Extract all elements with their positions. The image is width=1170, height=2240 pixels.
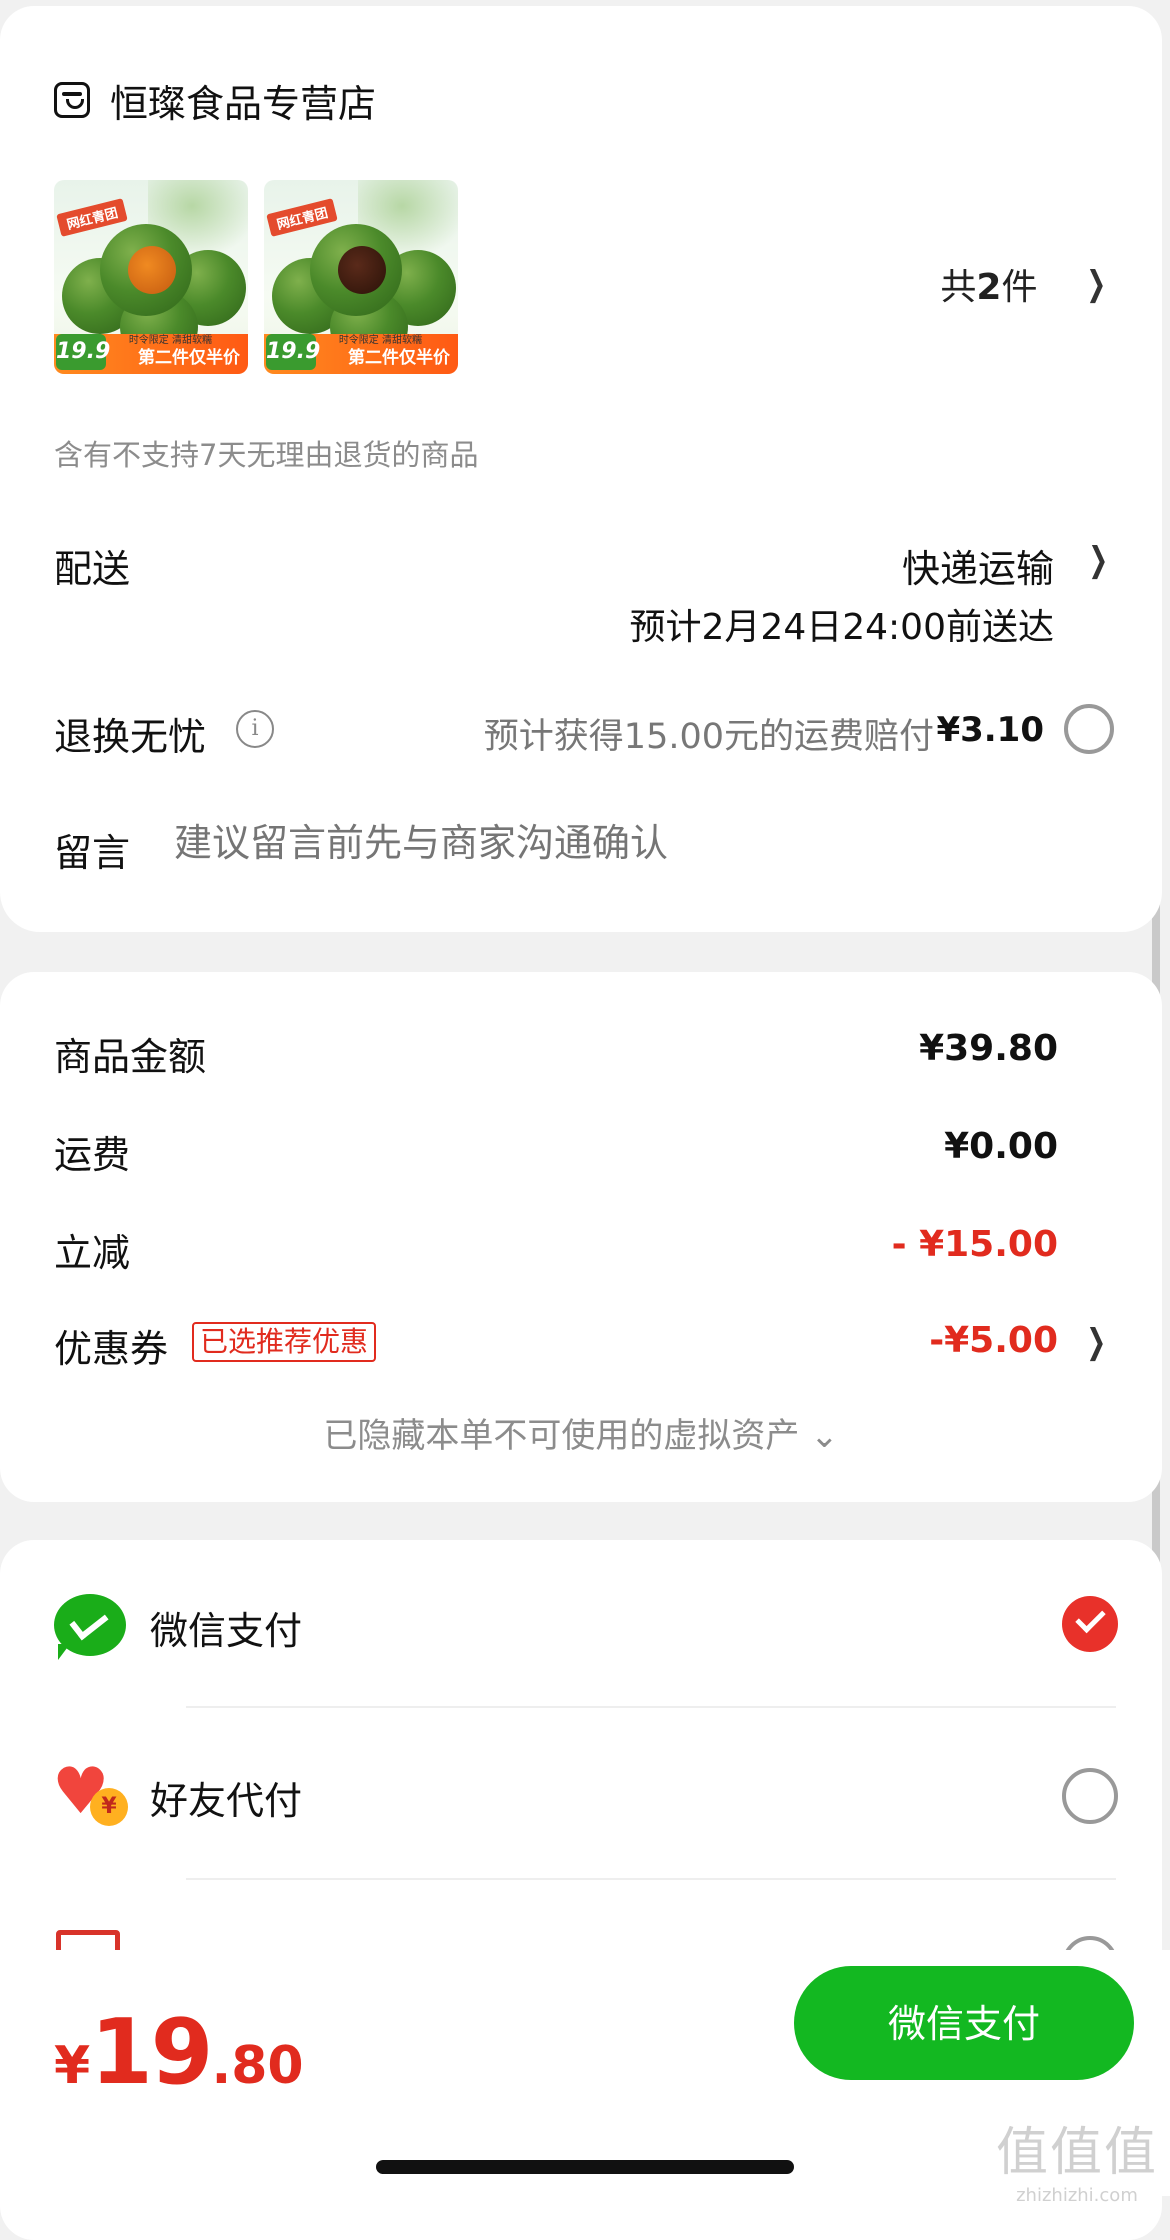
total-price: ¥19.80 xyxy=(54,2000,304,2105)
promo-text: 第二件仅半价 xyxy=(138,348,240,368)
chevron-right-icon: ❯ xyxy=(1085,264,1106,304)
goods-amount-label: 商品金额 xyxy=(54,1035,207,1079)
shipping-method[interactable]: 快递运输 xyxy=(902,538,1054,593)
shipping-fee-label: 运费 xyxy=(54,1133,131,1177)
return-insurance-price: ¥3.10 xyxy=(936,710,1044,750)
coupon-label: 优惠券 xyxy=(54,1327,169,1371)
shipping-fee-value: ¥0.00 xyxy=(944,1126,1058,1167)
qingtuan-filling xyxy=(128,246,176,294)
product-tag: 网红青团 xyxy=(56,198,128,237)
wechat-pay-button[interactable]: 微信支付 xyxy=(794,1966,1134,2080)
store-header[interactable]: 恒璨食品专营店 xyxy=(54,72,376,128)
friend-pay-radio[interactable] xyxy=(1062,1768,1118,1824)
wechat-pay-option[interactable]: 微信支付 xyxy=(150,1600,302,1655)
friend-pay-icon: ♥ ¥ xyxy=(52,1760,132,1828)
return-worry-free-label: 退换无忧 xyxy=(54,715,207,759)
message-input[interactable] xyxy=(172,822,976,867)
yuan-coin-icon: ¥ xyxy=(90,1788,128,1826)
message-label: 留言 xyxy=(54,831,131,875)
product-tag: 网红青团 xyxy=(266,198,338,237)
item-count-suffix: 件 xyxy=(1001,267,1038,308)
promo-text: 第二件仅半价 xyxy=(348,348,450,368)
coupon-badge[interactable]: 已选推荐优惠 xyxy=(192,1322,377,1362)
goods-amount-value: ¥39.80 xyxy=(919,1028,1058,1069)
return-insurance-radio[interactable] xyxy=(1064,704,1114,754)
item-count: 共2件 xyxy=(940,258,1037,310)
home-indicator[interactable] xyxy=(376,2160,794,2174)
watermark-logo: 值值值 xyxy=(995,2123,1158,2183)
price-badge: 19.9 xyxy=(266,334,320,370)
product-thumbnail[interactable]: 网红青团 时令限定 清甜软糯 第二件仅半价 19.9 xyxy=(264,180,458,374)
coupon-value[interactable]: -¥5.00 xyxy=(929,1320,1058,1361)
store-icon xyxy=(54,82,90,118)
item-count-number: 2 xyxy=(976,267,1002,308)
watermark: 值值值 zhizhizhi.com xyxy=(996,2110,1158,2206)
shipping-eta: 预计2月24日24:00前送达 xyxy=(629,607,1054,648)
divider xyxy=(186,1878,1116,1880)
item-count-prefix: 共 xyxy=(940,267,977,308)
store-name: 恒璨食品专营店 xyxy=(110,81,377,126)
currency-symbol: ¥ xyxy=(54,2036,91,2096)
chevron-right-icon[interactable]: ❯ xyxy=(1086,1322,1106,1362)
wechat-pay-icon-tail xyxy=(58,1644,70,1660)
return-compensation-text: 预计获得15.00元的运费赔付 xyxy=(483,717,934,757)
item-count-link[interactable]: 共2件 ❯ xyxy=(940,258,1110,310)
hidden-assets-toggle[interactable]: 已隐藏本单不可使用的虚拟资产 ⌄ xyxy=(0,1408,1162,1457)
shipping-label: 配送 xyxy=(54,547,131,591)
total-price-decimal: .80 xyxy=(211,2036,304,2096)
check-circle-icon[interactable] xyxy=(1062,1596,1118,1652)
info-icon[interactable]: i xyxy=(236,710,274,748)
discount-label: 立减 xyxy=(54,1231,131,1275)
friend-pay-option[interactable]: 好友代付 xyxy=(150,1770,302,1825)
qingtuan-filling xyxy=(338,246,386,294)
discount-value: - ¥15.00 xyxy=(891,1224,1058,1265)
price-badge: 19.9 xyxy=(56,334,110,370)
chevron-right-icon[interactable]: ❯ xyxy=(1088,540,1108,580)
divider xyxy=(186,1706,1116,1708)
total-price-integer: 19 xyxy=(90,2000,213,2105)
return-policy-note: 含有不支持7天无理由退货的商品 xyxy=(54,438,479,472)
product-thumbnail[interactable]: 网红青团 时令限定 清甜软糯 第二件仅半价 19.9 xyxy=(54,180,248,374)
